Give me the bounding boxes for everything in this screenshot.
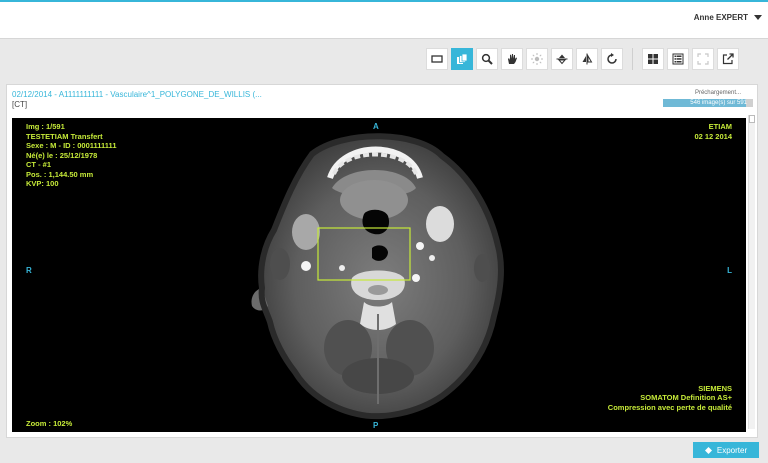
caret-down-icon[interactable] xyxy=(754,15,762,20)
hand-pan-icon[interactable] xyxy=(501,48,523,70)
series-layout-icon[interactable] xyxy=(667,48,689,70)
orientation-bottom: P xyxy=(373,421,379,430)
reset-rotate-icon[interactable] xyxy=(601,48,623,70)
scrollbar-thumb[interactable] xyxy=(749,115,755,123)
overlay-patient-info: Img : 1/591 TESTETIAM Transfert Sexe : M -… xyxy=(26,122,117,189)
viewer-toolbar xyxy=(426,48,739,70)
dicom-viewport[interactable]: Img : 1/591 TESTETIAM Transfert Sexe : M -… xyxy=(12,118,746,432)
overlay-device-info: SIEMENS SOMATOM Definition AS+ Compression… xyxy=(608,384,732,413)
viewer-panel: 02/12/2014 - A1111111111 - Vasculaire^1_… xyxy=(6,84,758,438)
study-title[interactable]: 02/12/2014 - A1111111111 - Vasculaire^1_… xyxy=(12,90,262,99)
viewer-top_right-line: 02 12 2014 xyxy=(694,131,732,141)
app-header: Anne EXPERT xyxy=(0,2,768,39)
orientation-right: L xyxy=(727,266,732,275)
toolbar-divider xyxy=(632,48,633,70)
viewer-top_left-line: KVP: 100 xyxy=(26,179,59,188)
viewer-top_left-line: Sexe : M - ID : 0001111111 xyxy=(26,141,117,150)
image-scrollbar[interactable] xyxy=(748,115,755,429)
layers-icon[interactable] xyxy=(451,48,473,70)
viewer-bottom_right-line: SIEMENS xyxy=(698,383,732,393)
preload-label: Préchargement... xyxy=(694,90,741,96)
export-label[interactable]: Exporter xyxy=(717,446,747,455)
viewer-top_left-line: Né(e) le : 25/12/1978 xyxy=(26,150,98,160)
rectangle-roi-icon[interactable] xyxy=(426,48,448,70)
export-button[interactable]: Exporter xyxy=(693,442,759,458)
flip-vertical-icon[interactable] xyxy=(551,48,573,70)
orientation-left: R xyxy=(26,266,32,275)
overlay-institution-info: ETIAM 02 12 2014 xyxy=(694,122,732,141)
export-icon xyxy=(704,446,712,454)
grid-layout-icon[interactable] xyxy=(642,48,664,70)
fullscreen-icon[interactable] xyxy=(692,48,714,70)
preload-progress-bar: 546 image(s) sur 591 xyxy=(663,99,753,107)
zoom-level: Zoom : 102% xyxy=(26,418,73,428)
popout-icon[interactable] xyxy=(717,48,739,70)
user-menu[interactable]: Anne EXPERT xyxy=(694,13,762,22)
user-name[interactable]: Anne EXPERT xyxy=(694,13,748,22)
viewer-top_left-line: Pos. : 1,144.50 mm xyxy=(26,169,94,179)
preload-progress-text: 546 image(s) sur 591 xyxy=(690,100,747,106)
viewer-top_left-line: Img : 1/591 xyxy=(26,122,65,131)
orientation-top: A xyxy=(373,122,379,131)
flip-horizontal-icon[interactable] xyxy=(576,48,598,70)
viewer-bottom_right-line: Compression avec perte de qualité xyxy=(607,402,732,412)
viewer-top_right-line: ETIAM xyxy=(708,122,732,131)
brightness-icon[interactable] xyxy=(526,48,548,70)
viewer-top_left-line: TESTETIAM Transfert xyxy=(26,131,103,141)
magnifier-icon[interactable] xyxy=(476,48,498,70)
modality-label: [CT] xyxy=(12,100,28,109)
viewer-bottom_right-line: SOMATOM Definition AS+ xyxy=(640,393,732,402)
viewer-top_left-line: CT - #1 xyxy=(26,160,52,169)
